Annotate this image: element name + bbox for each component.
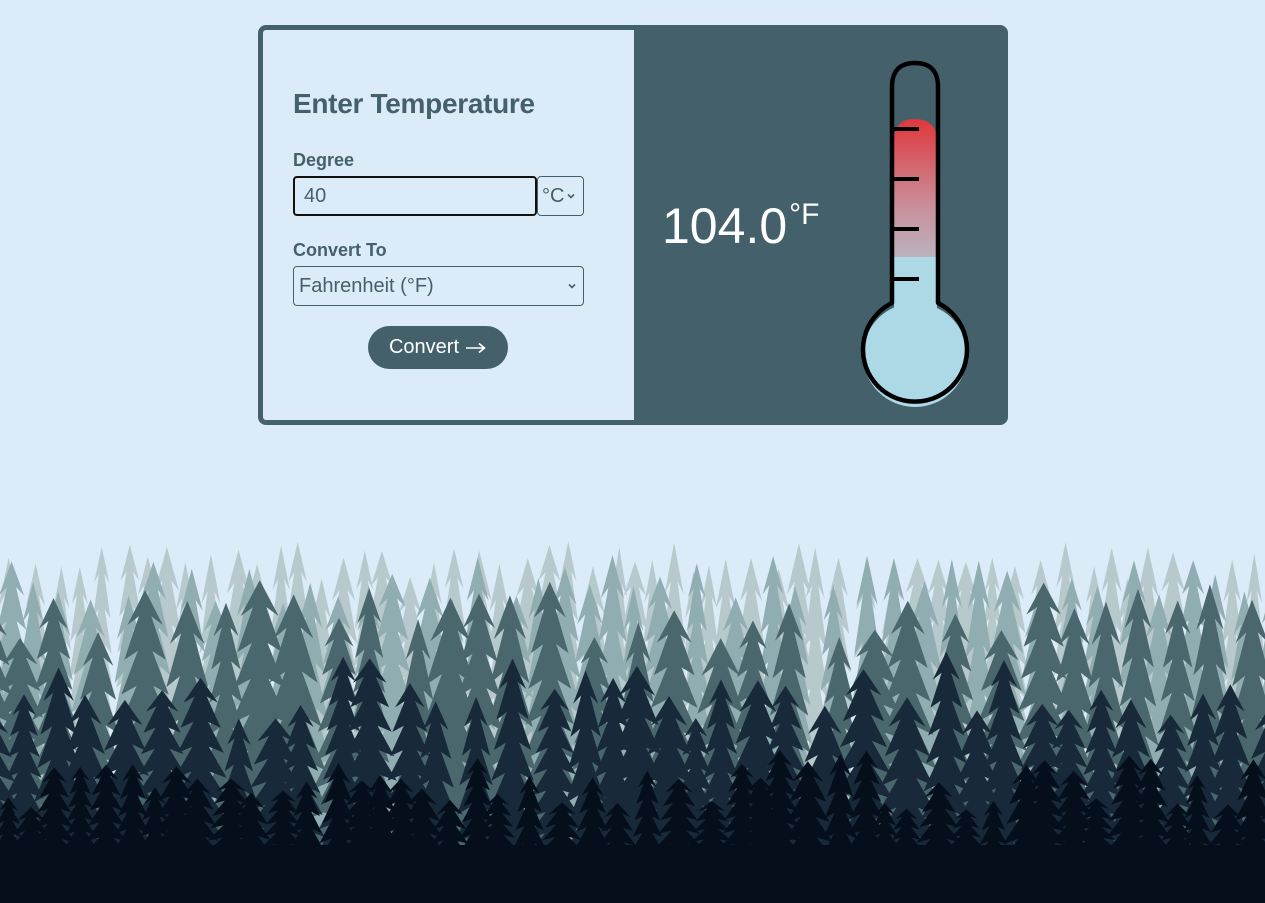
chevron-down-icon: [568, 283, 576, 289]
convert-button[interactable]: Convert: [368, 326, 508, 369]
degree-unit-value: °C: [542, 184, 565, 207]
result-value: 104.0: [662, 198, 788, 254]
degree-row: °C: [293, 176, 584, 216]
degree-unit-select[interactable]: °C: [537, 176, 584, 216]
form-title: Enter Temperature: [293, 88, 535, 119]
input-panel: Enter Temperature Degree °C Convert To F…: [263, 30, 634, 420]
thermometer-icon: [860, 60, 970, 407]
result-unit: °F: [789, 198, 820, 231]
degree-input[interactable]: [293, 176, 537, 216]
degree-label: Degree: [293, 150, 355, 170]
result-display: 104.0 °F: [662, 198, 819, 254]
result-panel: 104.0 °F: [634, 30, 1003, 420]
convert-to-select[interactable]: Fahrenheit (°F): [293, 266, 584, 306]
convert-button-label: Convert: [388, 336, 460, 358]
chevron-down-icon: [567, 193, 576, 199]
arrow-right-icon: [466, 342, 486, 353]
convert-to-label: Convert To: [293, 240, 387, 260]
page: Enter Temperature Degree °C Convert To F…: [0, 0, 1265, 903]
convert-to-value: Fahrenheit (°F): [299, 274, 434, 297]
forest-illustration: [0, 540, 1265, 903]
converter-card: Enter Temperature Degree °C Convert To F…: [258, 25, 1008, 425]
